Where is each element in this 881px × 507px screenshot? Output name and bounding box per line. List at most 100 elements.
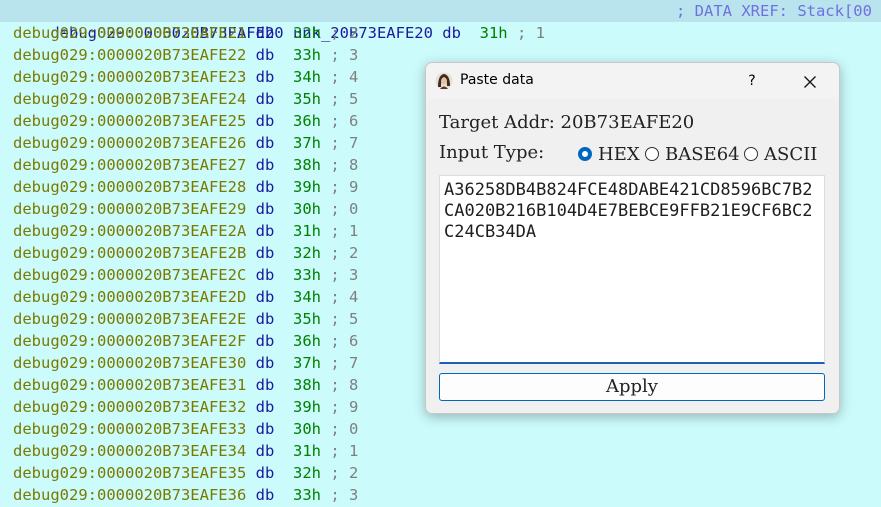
line-directive: db	[255, 420, 275, 438]
line-value: 35h	[292, 90, 321, 108]
line-value: 33h	[292, 486, 321, 504]
line-address: debug029:0000020B73EAFE27	[13, 156, 247, 174]
line-address: debug029:0000020B73EAFE24	[13, 90, 247, 108]
line-comment: ; 3	[330, 486, 359, 504]
disasm-line[interactable]: debug029:0000020B73EAFE34 db 31h ; 1	[0, 440, 881, 462]
line-directive: db	[255, 134, 275, 152]
radio-hex[interactable]: HEX	[578, 143, 640, 165]
line-value: 35h	[292, 310, 321, 328]
line-directive: db	[255, 200, 275, 218]
disasm-line[interactable]: debug029:0000020B73EAFE35 db 32h ; 2	[0, 462, 881, 484]
line-value: 34h	[292, 288, 321, 306]
line-address: debug029:0000020B73EAFE31	[13, 376, 247, 394]
line-value: 39h	[292, 398, 321, 416]
line-address: debug029:0000020B73EAFE2B	[13, 244, 247, 262]
line-value: 37h	[292, 134, 321, 152]
portrait-icon	[435, 72, 453, 90]
line-directive: db	[255, 222, 275, 240]
line-address: debug029:0000020B73EAFE2D	[13, 288, 247, 306]
dialog-title: Paste data	[460, 72, 534, 88]
line-value: 32h	[292, 24, 321, 42]
line-directive: db	[255, 244, 275, 262]
line-value: 30h	[292, 200, 321, 218]
line-value: 30h	[292, 420, 321, 438]
dialog-titlebar[interactable]: Paste data ?	[426, 63, 839, 99]
line-comment: ; 1	[330, 442, 359, 460]
line-directive: db	[255, 90, 275, 108]
close-icon[interactable]	[798, 70, 822, 94]
line-comment: ; 9	[330, 178, 359, 196]
line-address: debug029:0000020B73EAFE30	[13, 354, 247, 372]
help-button[interactable]: ?	[740, 69, 764, 93]
radio-hex-indicator[interactable]	[578, 147, 592, 161]
line-directive: db	[255, 112, 275, 130]
radio-base64-indicator[interactable]	[645, 147, 659, 161]
line-comment: ; 7	[330, 354, 359, 372]
line-comment: ; 4	[330, 68, 359, 86]
line-address: debug029:0000020B73EAFE32	[13, 398, 247, 416]
line-comment: ; 5	[330, 310, 359, 328]
line-value: 31h	[292, 442, 321, 460]
line-value: 32h	[292, 464, 321, 482]
line-address: debug029:0000020B73EAFE2F	[13, 332, 247, 350]
data-textarea[interactable]: A36258DB4B824FCE48DABE421CD8596BC7B2CA02…	[439, 175, 825, 364]
line-directive: db	[255, 178, 275, 196]
radio-base64-label: BASE64	[665, 143, 740, 165]
line-value: 38h	[292, 376, 321, 394]
line-value: 36h	[292, 112, 321, 130]
line-value: 32h	[292, 244, 321, 262]
data-xref-comment[interactable]: ; DATA XREF: Stack[00	[676, 0, 872, 22]
radio-ascii-indicator[interactable]	[744, 147, 758, 161]
line-comment: ; 7	[330, 134, 359, 152]
line-directive: db	[255, 354, 275, 372]
line-comment: ; 9	[330, 398, 359, 416]
line-directive: db	[255, 24, 275, 42]
target-addr-row: Target Addr: 20B73EAFE20	[439, 112, 694, 133]
line-comment: ; 2	[330, 24, 359, 42]
line-comment: ; 5	[330, 90, 359, 108]
radio-ascii-label: ASCII	[764, 143, 818, 165]
target-addr-label: Target Addr:	[439, 112, 555, 133]
line-address: debug029:0000020B73EAFE26	[13, 134, 247, 152]
line-address: debug029:0000020B73EAFE29	[13, 200, 247, 218]
line-comment: ; 1	[330, 222, 359, 240]
line-comment: ; 0	[330, 420, 359, 438]
line-address: debug029:0000020B73EAFE2C	[13, 266, 247, 284]
line-address: debug029:0000020B73EAFE21	[13, 24, 247, 42]
line-comment: ; 3	[330, 46, 359, 64]
apply-button[interactable]: Apply	[439, 373, 825, 401]
line-value: 39h	[292, 178, 321, 196]
line-comment: ; 8	[330, 156, 359, 174]
radio-hex-label: HEX	[598, 143, 640, 165]
disasm-line[interactable]: debug029:0000020B73EAFE21 db 32h ; 2	[0, 22, 881, 44]
line-directive: db	[255, 68, 275, 86]
line-directive: db	[255, 46, 275, 64]
line-directive: db	[255, 442, 275, 460]
line-comment: ; 6	[330, 332, 359, 350]
line-directive: db	[255, 288, 275, 306]
line-directive: db	[255, 376, 275, 394]
line-comment: ; 3	[330, 266, 359, 284]
line-address: debug029:0000020B73EAFE34	[13, 442, 247, 460]
line-value: 36h	[292, 332, 321, 350]
line-address: debug029:0000020B73EAFE25	[13, 112, 247, 130]
line-value: 31h	[292, 222, 321, 240]
disasm-line-selected[interactable]: debug029:0000020B73EAFE20 unk_20B73EAFE2…	[0, 0, 881, 42]
line-directive: db	[255, 486, 275, 504]
radio-base64[interactable]: BASE64	[645, 143, 740, 165]
line-address: debug029:0000020B73EAFE28	[13, 178, 247, 196]
line-comment: ; 6	[330, 112, 359, 130]
line-directive: db	[255, 398, 275, 416]
line-comment: ; 4	[330, 288, 359, 306]
paste-data-dialog: Paste data ? Target Addr: 20B73EAFE20 In…	[425, 62, 840, 414]
line-comment: ; 8	[330, 376, 359, 394]
line-value: 33h	[292, 46, 321, 64]
disasm-line[interactable]: debug029:0000020B73EAFE36 db 33h ; 3	[0, 484, 881, 506]
target-addr-value: 20B73EAFE20	[560, 112, 695, 133]
line-address: debug029:0000020B73EAFE2A	[13, 222, 247, 240]
radio-ascii[interactable]: ASCII	[744, 143, 817, 165]
line-address: debug029:0000020B73EAFE33	[13, 420, 247, 438]
line-value: 34h	[292, 68, 321, 86]
line-directive: db	[255, 332, 275, 350]
disasm-line[interactable]: debug029:0000020B73EAFE33 db 30h ; 0	[0, 418, 881, 440]
